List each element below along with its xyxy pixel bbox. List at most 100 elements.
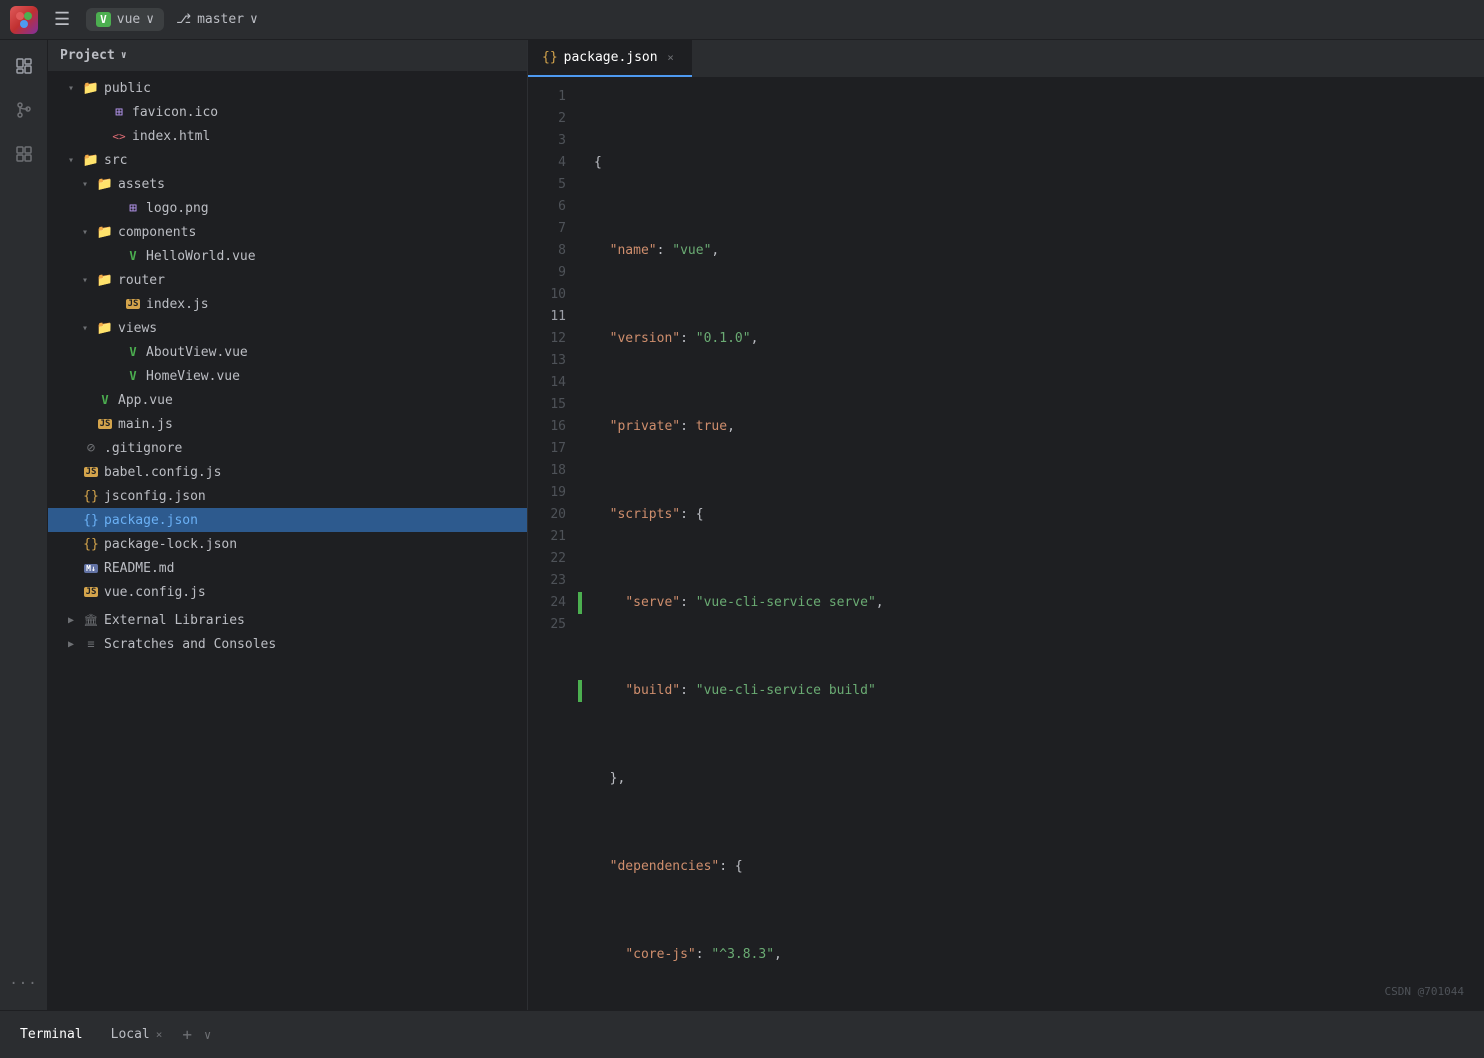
code-token: : (680, 680, 696, 702)
tree-item-index-html[interactable]: <> index.html (48, 124, 527, 148)
project-header-label: Project (60, 48, 115, 63)
code-token: : (657, 240, 673, 262)
line-num-16: 16 (528, 416, 578, 438)
watermark: CSDN @701044 (1385, 985, 1464, 998)
tree-item-scratches[interactable]: ▶ ≡ Scratches and Consoles (48, 632, 527, 656)
tree-item-public[interactable]: ▾ 📁 public (48, 76, 527, 100)
code-line-4: "private": true, (578, 416, 1484, 438)
tree-item-babel-config[interactable]: JS babel.config.js (48, 460, 527, 484)
line-num-10: 10 (528, 284, 578, 306)
code-token: : (719, 856, 735, 878)
js-babel-icon: JS (82, 467, 100, 477)
tree-item-router-index[interactable]: JS index.js (48, 292, 527, 316)
tab-close-button[interactable]: × (664, 51, 678, 65)
code-content[interactable]: { "name": "vue", "version": "0.1.0", "pr… (578, 78, 1484, 1010)
editor-area: {} package.json × 1 2 3 4 5 6 7 8 9 10 1… (528, 40, 1484, 1010)
tree-item-jsconfig-label: jsconfig.json (104, 489, 206, 504)
line-num-21: 21 (528, 526, 578, 548)
run-marker-7 (578, 680, 582, 702)
code-token: "build" (625, 680, 680, 702)
tree-item-src-label: src (104, 153, 127, 168)
file-tree-header[interactable]: Project ∨ (48, 40, 527, 72)
code-line-7: "build": "vue-cli-service build" (578, 680, 1484, 702)
tree-item-gitignore-label: .gitignore (104, 441, 182, 456)
tree-item-logo-png[interactable]: ⊞ logo.png (48, 196, 527, 220)
line-num-17: 17 (528, 438, 578, 460)
tree-item-helloworld-label: HelloWorld.vue (146, 249, 256, 264)
sidebar-icon-git[interactable] (6, 92, 42, 128)
tab-package-json[interactable]: {} package.json × (528, 40, 692, 77)
tree-item-views-label: views (118, 321, 157, 336)
tree-item-aboutview[interactable]: V AboutView.vue (48, 340, 527, 364)
line-num-23: 23 (528, 570, 578, 592)
code-token: , (751, 328, 759, 350)
tree-item-package-json[interactable]: {} package.json (48, 508, 527, 532)
line-num-22: 22 (528, 548, 578, 570)
project-chevron-icon: ∨ (146, 12, 154, 27)
code-token: "private" (610, 416, 680, 438)
tree-item-external-libs[interactable]: ▶ 🏛 External Libraries (48, 608, 527, 632)
tree-item-package-lock[interactable]: {} package-lock.json (48, 532, 527, 556)
vue-helloworld-icon: V (124, 249, 142, 263)
sidebar-icon-explorer[interactable] (6, 48, 42, 84)
gitignore-icon: ⊘ (82, 440, 100, 456)
terminal-chevron-icon[interactable]: ∨ (204, 1028, 211, 1042)
code-token: { (696, 504, 704, 526)
tree-item-components[interactable]: ▾ 📁 components (48, 220, 527, 244)
code-token: : (680, 592, 696, 614)
tree-item-index-html-label: index.html (132, 129, 210, 144)
tree-item-readme[interactable]: M↓ README.md (48, 556, 527, 580)
terminal-local-tab[interactable]: Local × (103, 1023, 171, 1046)
tree-item-views[interactable]: ▾ 📁 views (48, 316, 527, 340)
tree-item-vue-config[interactable]: JS vue.config.js (48, 580, 527, 604)
code-token: "serve" (625, 592, 680, 614)
line-num-14: 14 (528, 372, 578, 394)
tree-item-gitignore[interactable]: ⊘ .gitignore (48, 436, 527, 460)
project-name: vue (117, 12, 140, 27)
tree-item-helloworld[interactable]: V HelloWorld.vue (48, 244, 527, 268)
code-token: true (696, 416, 727, 438)
terminal-add-button[interactable]: + (182, 1025, 192, 1044)
sidebar-icon-more[interactable]: ··· (6, 966, 42, 1002)
tree-item-jsconfig[interactable]: {} jsconfig.json (48, 484, 527, 508)
file-tree-panel: Project ∨ ▾ 📁 public ⊞ favicon.ico <> i (48, 40, 528, 1010)
run-marker-6 (578, 592, 582, 614)
code-token: "vue" (672, 240, 711, 262)
vue-homeview-icon: V (124, 369, 142, 383)
tree-item-favicon[interactable]: ⊞ favicon.ico (48, 100, 527, 124)
code-token (594, 416, 610, 438)
terminal-local-close-icon[interactable]: × (156, 1028, 163, 1041)
code-token: : (680, 416, 696, 438)
code-editor[interactable]: 1 2 3 4 5 6 7 8 9 10 11 12 13 14 15 16 1… (528, 78, 1484, 1010)
sidebar-icon-plugins[interactable] (6, 136, 42, 172)
tree-item-assets-label: assets (118, 177, 165, 192)
hamburger-menu-icon[interactable]: ☰ (50, 5, 74, 34)
code-line-9: "dependencies": { (578, 856, 1484, 878)
js-main-icon: JS (96, 419, 114, 429)
scratches-icon: ≡ (82, 637, 100, 651)
project-selector[interactable]: V vue ∨ (86, 8, 164, 31)
tree-item-main-js[interactable]: JS main.js (48, 412, 527, 436)
line-num-3: 3 (528, 130, 578, 152)
tree-item-favicon-label: favicon.ico (132, 105, 218, 120)
terminal-bar: Terminal Local × + ∨ (0, 1010, 1484, 1058)
tree-item-app-vue[interactable]: V App.vue (48, 388, 527, 412)
js-router-index-icon: JS (124, 299, 142, 309)
line-num-8: 8 (528, 240, 578, 262)
code-line-3: "version": "0.1.0", (578, 328, 1484, 350)
chevron-components-icon: ▾ (78, 227, 92, 238)
code-line-6: "serve": "vue-cli-service serve", (578, 592, 1484, 614)
folder-public-icon: 📁 (82, 81, 100, 96)
json-package-icon: {} (82, 513, 100, 528)
tree-item-router[interactable]: ▾ 📁 router (48, 268, 527, 292)
code-token: "dependencies" (610, 856, 720, 878)
branch-selector[interactable]: ⎇ master ∨ (176, 12, 258, 27)
terminal-tab-label[interactable]: Terminal (12, 1023, 91, 1046)
tree-item-homeview[interactable]: V HomeView.vue (48, 364, 527, 388)
vue-aboutview-icon: V (124, 345, 142, 359)
line-num-13: 13 (528, 350, 578, 372)
code-token: "scripts" (610, 504, 680, 526)
tree-item-assets[interactable]: ▾ 📁 assets (48, 172, 527, 196)
external-libs-icon: 🏛 (82, 613, 100, 627)
tree-item-src[interactable]: ▾ 📁 src (48, 148, 527, 172)
